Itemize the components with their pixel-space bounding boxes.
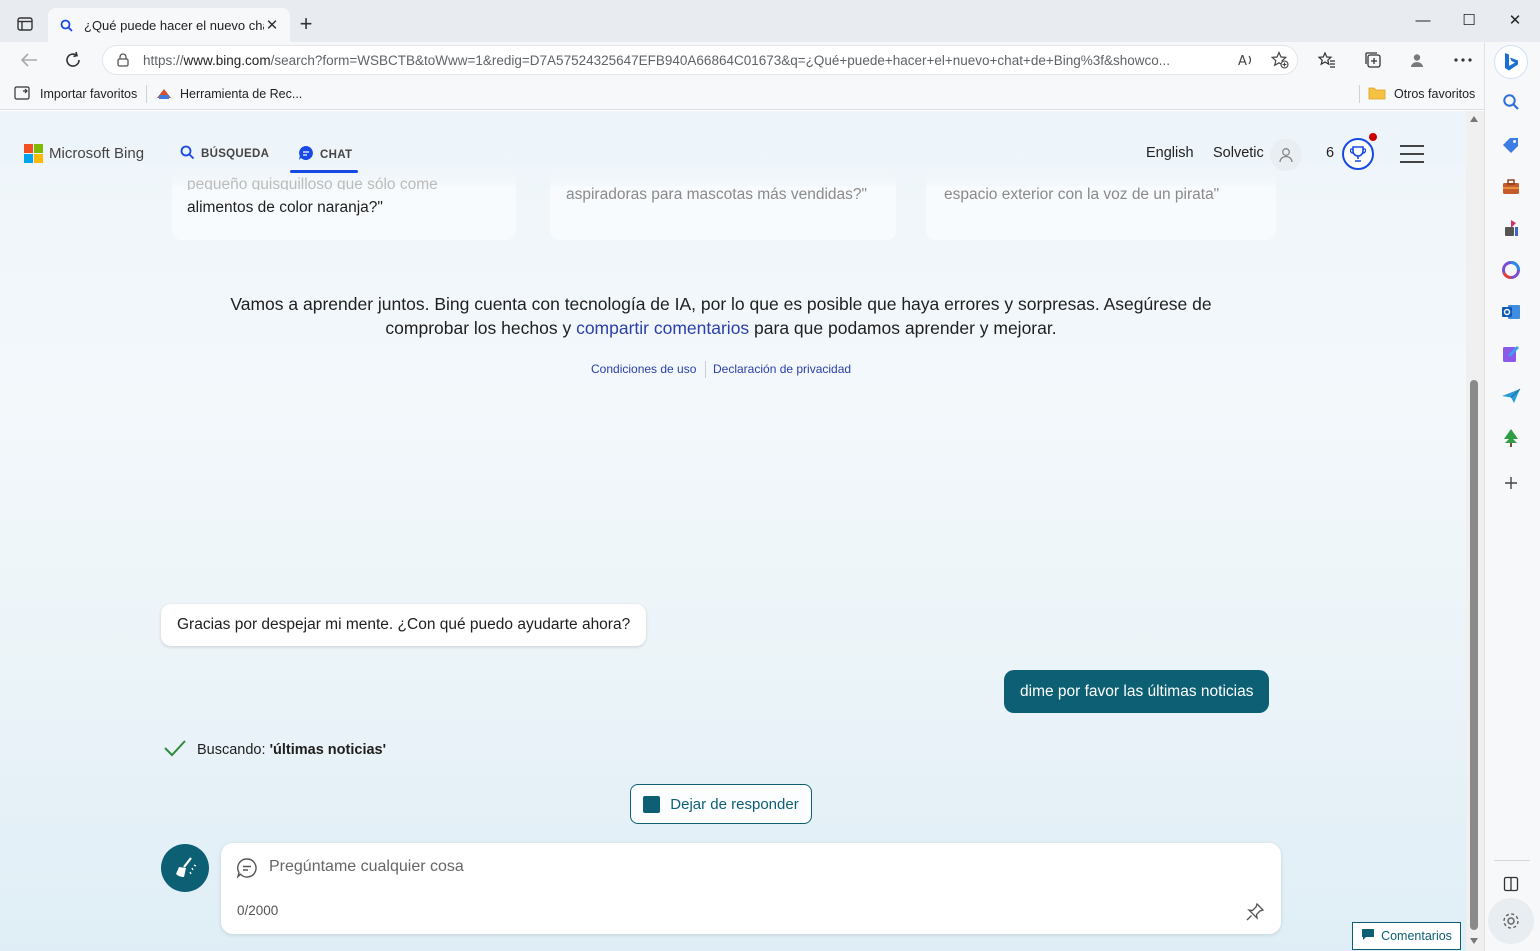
split-view-icon[interactable] bbox=[1498, 871, 1524, 897]
scroll-down-arrow[interactable] bbox=[1470, 938, 1478, 944]
favorite-item-label: Herramienta de Rec... bbox=[180, 87, 303, 101]
searching-label: Buscando: bbox=[197, 742, 270, 758]
card-text: espacio exterior con la voz de un pirata… bbox=[944, 186, 1220, 203]
scroll-up-arrow[interactable] bbox=[1470, 116, 1478, 122]
add-icon[interactable] bbox=[1498, 470, 1524, 496]
favbar-divider bbox=[146, 85, 147, 103]
favorites-icon[interactable] bbox=[1312, 46, 1342, 74]
nav-search[interactable]: BÚSQUEDA bbox=[180, 145, 269, 163]
favorite-item-tool[interactable]: Herramienta de Rec... bbox=[156, 84, 302, 104]
active-tab-indicator bbox=[290, 170, 358, 173]
card-text: aspiradoras para mascotas más vendidas?" bbox=[566, 186, 868, 203]
send-icon[interactable] bbox=[1498, 383, 1524, 409]
avatar[interactable] bbox=[1270, 139, 1302, 171]
nav-search-label: BÚSQUEDA bbox=[201, 148, 270, 160]
tab-close-icon[interactable]: ✕ bbox=[264, 16, 280, 34]
feedback-link[interactable]: compartir comentarios bbox=[576, 318, 749, 338]
search-icon bbox=[180, 145, 195, 163]
tab-title: ¿Qué puede hacer el nuevo chat bbox=[84, 17, 264, 33]
feedback-label: Comentarios bbox=[1381, 929, 1452, 943]
pin-icon[interactable] bbox=[1244, 901, 1266, 923]
character-counter: 0/2000 bbox=[237, 903, 279, 918]
broom-icon bbox=[176, 857, 197, 877]
rewards-trophy-icon[interactable] bbox=[1342, 138, 1374, 170]
logo-text: Microsoft Bing bbox=[49, 145, 145, 162]
read-aloud-icon[interactable]: A bbox=[1229, 53, 1263, 67]
back-button[interactable] bbox=[14, 46, 44, 74]
refresh-button[interactable] bbox=[58, 46, 88, 74]
url-text: https://www.bing.com/search?form=WSBCTB&… bbox=[143, 52, 1171, 68]
scrollbar-thumb[interactable] bbox=[1470, 380, 1478, 930]
outlook-icon[interactable] bbox=[1498, 299, 1524, 325]
bing-chat-icon[interactable] bbox=[1494, 45, 1528, 79]
favorite-item-import[interactable]: Importar favoritos bbox=[14, 84, 137, 104]
more-menu-icon[interactable] bbox=[1448, 46, 1478, 74]
stop-icon bbox=[643, 795, 661, 813]
privacy-link[interactable]: Declaración de privacidad bbox=[713, 362, 851, 376]
folder-icon bbox=[1368, 86, 1386, 103]
tag-icon[interactable] bbox=[1498, 132, 1524, 158]
sidebar-divider bbox=[1494, 860, 1530, 861]
briefcase-icon[interactable] bbox=[1498, 174, 1524, 200]
window-close-button[interactable]: ✕ bbox=[1492, 8, 1538, 36]
checkmark-icon bbox=[163, 739, 187, 761]
stop-responding-button[interactable]: Dejar de responder bbox=[630, 784, 812, 824]
tab-actions-icon[interactable] bbox=[12, 12, 38, 36]
disclaimer: Vamos a aprender juntos. Bing cuenta con… bbox=[200, 292, 1242, 340]
svg-text:A: A bbox=[1238, 54, 1247, 67]
terms-link[interactable]: Condiciones de uso bbox=[591, 362, 696, 376]
chat-input-box[interactable] bbox=[221, 843, 1281, 934]
minimize-button[interactable]: — bbox=[1400, 8, 1446, 36]
new-topic-button[interactable] bbox=[161, 844, 209, 892]
chat-input-placeholder[interactable]: Pregúntame cualquier cosa bbox=[269, 858, 464, 876]
legal-divider bbox=[705, 361, 706, 378]
searching-status: Buscando: 'últimas noticias' bbox=[163, 739, 386, 761]
feedback-button[interactable]: Comentarios bbox=[1352, 922, 1461, 950]
searching-query: 'últimas noticias' bbox=[269, 742, 387, 758]
profile-icon[interactable] bbox=[1402, 46, 1432, 74]
bot-message: Gracias por despejar mi mente. ¿Con qué … bbox=[161, 604, 647, 646]
user-name[interactable]: Solvetic bbox=[1213, 145, 1264, 161]
card-text: alimentos de color naranja?" bbox=[187, 199, 383, 216]
other-favorites-label: Otros favoritos bbox=[1394, 87, 1476, 101]
language-link[interactable]: English bbox=[1146, 145, 1194, 161]
designer-icon[interactable] bbox=[1498, 341, 1524, 367]
chat-bubble-icon bbox=[298, 145, 314, 164]
favorite-item-label: Importar favoritos bbox=[40, 87, 138, 101]
nav-chat[interactable]: CHAT bbox=[298, 145, 352, 164]
bing-search-icon bbox=[58, 17, 74, 33]
settings-icon[interactable] bbox=[1488, 898, 1534, 944]
address-bar[interactable]: https://www.bing.com/search?form=WSBCTB&… bbox=[102, 45, 1298, 75]
microsoft-bing-logo[interactable]: Microsoft Bing bbox=[24, 144, 144, 163]
search-icon[interactable] bbox=[1498, 89, 1524, 115]
lock-icon[interactable] bbox=[103, 53, 143, 67]
user-message: dime por favor las últimas noticias bbox=[1004, 670, 1270, 713]
disclaimer-text: para que podamos aprender y mejorar. bbox=[749, 318, 1057, 338]
collections-icon[interactable] bbox=[1358, 46, 1388, 74]
nav-chat-label: CHAT bbox=[320, 148, 353, 161]
import-icon bbox=[14, 85, 32, 104]
favbar-divider bbox=[1359, 85, 1360, 103]
microsoft-logo-icon bbox=[24, 144, 43, 163]
maximize-button[interactable]: ☐ bbox=[1446, 8, 1492, 36]
rewards-count[interactable]: 6 bbox=[1326, 145, 1334, 161]
chat-input-icon bbox=[235, 856, 259, 880]
games-icon[interactable] bbox=[1498, 215, 1524, 241]
card-text-faded: pequeño quisquilloso que sólo come bbox=[187, 176, 438, 190]
tree-icon[interactable] bbox=[1498, 425, 1524, 451]
stop-button-label: Dejar de responder bbox=[670, 795, 799, 813]
office-icon[interactable] bbox=[1498, 257, 1524, 283]
add-favorite-icon[interactable] bbox=[1263, 51, 1297, 69]
notification-dot bbox=[1369, 133, 1377, 141]
new-tab-button[interactable]: + bbox=[292, 12, 320, 38]
hamburger-menu-icon[interactable] bbox=[1400, 145, 1424, 169]
other-favorites[interactable]: Otros favoritos bbox=[1368, 84, 1475, 104]
snip-tool-icon bbox=[156, 86, 172, 103]
feedback-icon bbox=[1361, 928, 1375, 944]
browser-tab[interactable]: ¿Qué puede hacer el nuevo chat ✕ bbox=[48, 8, 290, 42]
